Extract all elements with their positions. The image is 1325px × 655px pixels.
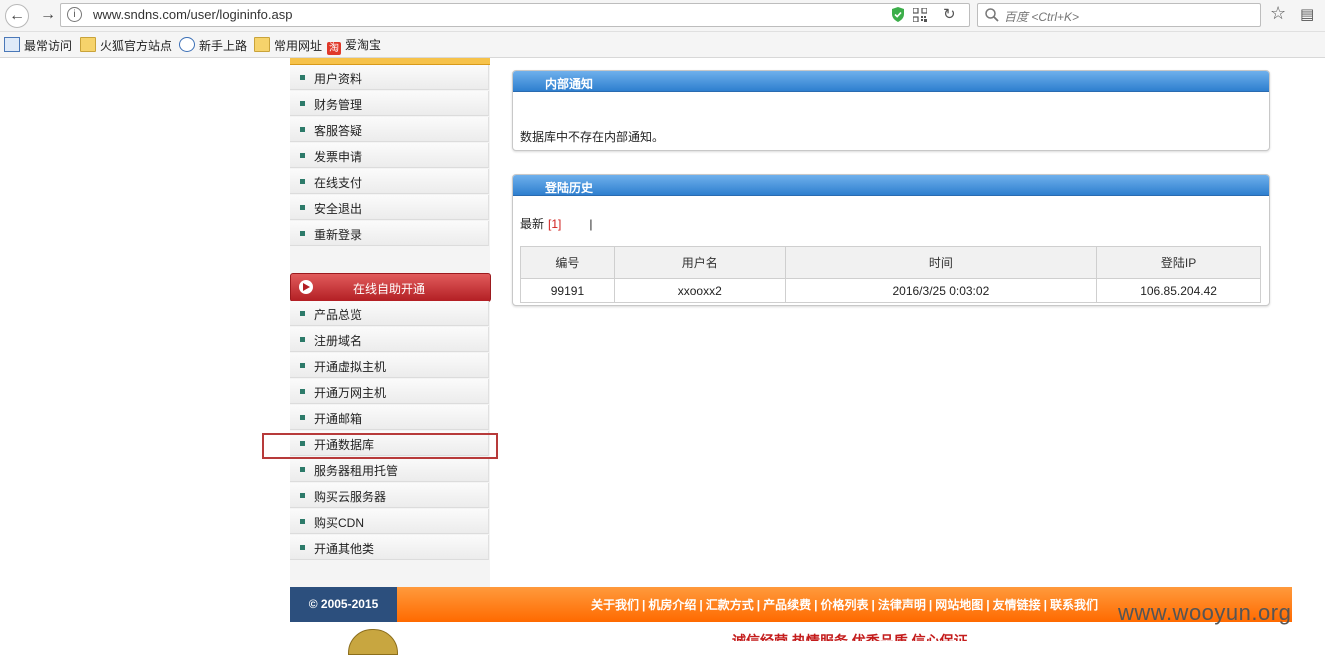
browser-toolbar: ← → i www.sndns.com/user/logininfo.asp ↻… (0, 0, 1325, 32)
bullet-icon (300, 493, 305, 498)
pager-latest-label: 最新 (520, 217, 545, 231)
folder-icon (80, 37, 96, 52)
bookmark-common-sites[interactable]: 常用网址 (254, 37, 322, 53)
folder-icon (254, 37, 270, 52)
login-history-table: 编号 用户名 时间 登陆IP 99191 xxooxx2 2016/3/25 0… (520, 246, 1261, 303)
forward-button[interactable]: → (36, 4, 60, 26)
globe-icon (179, 37, 195, 52)
menu-item-cloud-server[interactable]: 购买云服务器 (290, 483, 489, 508)
search-placeholder[interactable]: 百度 <Ctrl+K> (1004, 8, 1079, 25)
menu-item-register-domain[interactable]: 注册域名 (290, 327, 489, 352)
search-bar[interactable]: 百度 <Ctrl+K> (977, 3, 1261, 27)
bookmarks-bar: 最常访问 火狐官方站点 新手上路 常用网址 淘爱淘宝 (0, 32, 1325, 58)
menu-item-user-profile[interactable]: 用户资料 (290, 65, 489, 90)
login-history-panel: 登陆历史 最新 [1] | 编号 用户名 时间 登陆IP 99191 xxooxx2… (512, 174, 1270, 306)
pager: 最新 [1] | (520, 215, 592, 232)
menu-item-logout[interactable]: 安全退出 (290, 195, 489, 220)
notice-text: 数据库中不存在内部通知。 (520, 130, 665, 144)
footer-link-pricing[interactable]: 价格列表 (820, 598, 868, 612)
footer-link-legal[interactable]: 法律声明 (878, 598, 926, 612)
bullet-icon (300, 311, 305, 316)
menu-item-wanwang-host[interactable]: 开通万网主机 (290, 379, 489, 404)
notice-panel-header: 内部通知 (513, 71, 1269, 92)
bookmark-ai-taobao[interactable]: 淘爱淘宝 (327, 37, 381, 55)
url-bar[interactable]: i www.sndns.com/user/logininfo.asp ↻ (60, 3, 970, 27)
bullet-icon (300, 337, 305, 342)
reload-icon[interactable]: ↻ (943, 5, 956, 23)
bookmark-getting-started[interactable]: 新手上路 (179, 37, 247, 53)
menu-item-virtual-host[interactable]: 开通虚拟主机 (290, 353, 489, 378)
menu-item-other[interactable]: 开通其他类 (290, 535, 489, 560)
bullet-icon (300, 127, 305, 132)
table-row: 99191 xxooxx2 2016/3/25 0:03:02 106.85.2… (520, 278, 1261, 303)
menu-item-email[interactable]: 开通邮箱 (290, 405, 489, 430)
footer-slogan: 诚信经营 热情服务 优秀品质 信心保证 (732, 633, 968, 641)
bullet-icon (300, 545, 305, 550)
menu-item-database[interactable]: 开通数据库 (290, 431, 489, 456)
menu-item-relogin[interactable]: 重新登录 (290, 221, 489, 246)
back-button[interactable]: ← (5, 4, 29, 28)
menu-item-cdn[interactable]: 购买CDN (290, 509, 489, 534)
menu-item-support[interactable]: 客服答疑 (290, 117, 489, 142)
bullet-icon (300, 153, 305, 158)
footer-link-about[interactable]: 关于我们 (591, 598, 639, 612)
cell-ip: 106.85.204.42 (1096, 278, 1261, 303)
bullet-icon (300, 231, 305, 236)
bullet-icon (300, 467, 305, 472)
most-visited-icon (4, 37, 20, 52)
cell-username: xxooxx2 (613, 278, 786, 303)
footer-link-renewal[interactable]: 产品续费 (763, 598, 811, 612)
history-panel-header: 登陆历史 (513, 175, 1269, 196)
bullet-icon (300, 101, 305, 106)
seal-logo (348, 629, 398, 655)
bullet-icon (300, 363, 305, 368)
bullet-icon (300, 389, 305, 394)
library-icon[interactable]: ▤ (1300, 5, 1314, 23)
play-icon (299, 280, 313, 294)
bullet-icon (300, 205, 305, 210)
bookmark-most-visited[interactable]: 最常访问 (4, 37, 72, 53)
section-header-self-service[interactable]: 在线自助开通 (290, 273, 491, 302)
notice-panel: 内部通知 数据库中不存在内部通知。 (512, 70, 1270, 151)
menu-item-finance[interactable]: 财务管理 (290, 91, 489, 116)
watermark: www.wooyun.org (1118, 600, 1292, 625)
footer-link-contact[interactable]: 联系我们 (1050, 598, 1098, 612)
bookmark-star-icon[interactable]: ☆ (1270, 3, 1286, 24)
menu-item-online-payment[interactable]: 在线支付 (290, 169, 489, 194)
menu-item-invoice[interactable]: 发票申请 (290, 143, 489, 168)
pager-separator: | (589, 217, 593, 231)
notice-title: 内部通知 (545, 77, 594, 91)
bullet-icon (300, 75, 305, 80)
search-icon (985, 8, 999, 22)
bullet-icon (300, 441, 305, 446)
shield-icon[interactable] (891, 7, 905, 22)
footer-link-friends[interactable]: 友情链接 (993, 598, 1041, 612)
table-header-row: 编号 用户名 时间 登陆IP (520, 246, 1261, 279)
column-header-time: 时间 (784, 246, 1098, 279)
bullet-icon (300, 519, 305, 524)
left-menu: 用户资料 财务管理 客服答疑 发票申请 在线支付 安全退出 重新登录 在线自助开… (290, 58, 491, 588)
column-header-ip: 登陆IP (1096, 246, 1261, 279)
footer-copyright: © 2005-2015 (290, 587, 397, 622)
qr-code-icon[interactable] (913, 8, 927, 22)
footer-link-datacenter[interactable]: 机房介绍 (648, 598, 696, 612)
cell-id: 99191 (520, 278, 615, 303)
column-header-username: 用户名 (613, 246, 786, 279)
bookmark-firefox-site[interactable]: 火狐官方站点 (80, 37, 172, 53)
footer-link-sitemap[interactable]: 网站地图 (935, 598, 983, 612)
taobao-icon: 淘 (327, 42, 341, 55)
bullet-icon (300, 415, 305, 420)
column-header-id: 编号 (520, 246, 615, 279)
cell-time: 2016/3/25 0:03:02 (784, 278, 1098, 303)
url-text[interactable]: www.sndns.com/user/logininfo.asp (93, 7, 292, 22)
history-title: 登陆历史 (545, 181, 594, 195)
bullet-icon (300, 179, 305, 184)
menu-top-band (290, 58, 490, 65)
site-info-icon[interactable]: i (67, 7, 82, 22)
menu-item-server-hosting[interactable]: 服务器租用托管 (290, 457, 489, 482)
menu-item-product-overview[interactable]: 产品总览 (290, 301, 489, 326)
footer-link-remittance[interactable]: 汇款方式 (706, 598, 754, 612)
pager-page-1[interactable]: [1] (548, 217, 561, 231)
